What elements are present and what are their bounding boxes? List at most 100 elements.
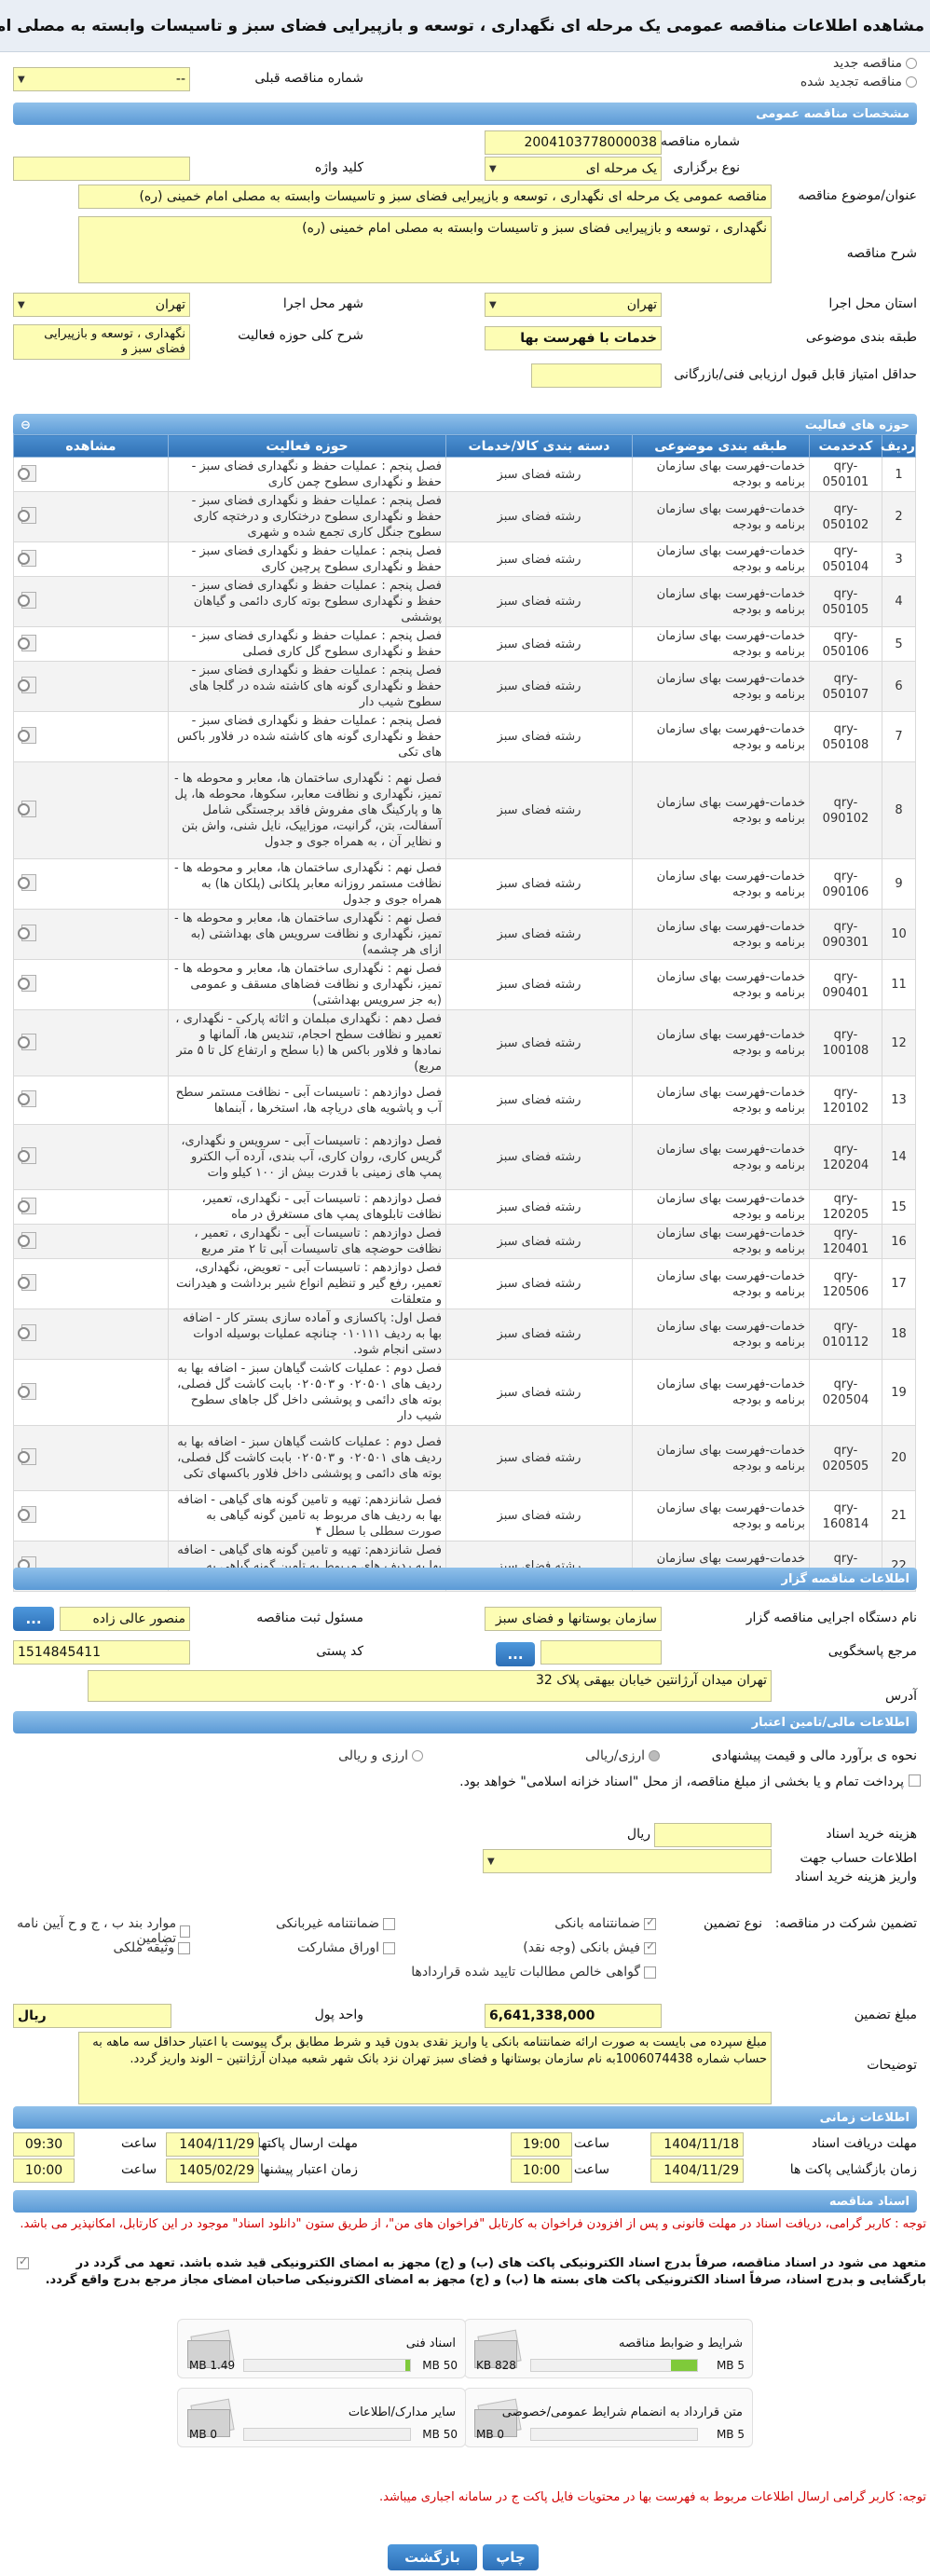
category-cell: خدمات-فهرست بهای سازمان برنامه و بودجه [632,858,810,910]
account-select[interactable]: ▼ [483,1849,772,1873]
row-number-cell: 5 [882,626,916,662]
back-button[interactable]: بازگشت [388,2544,477,2570]
activity-area-cell: فصل نهم : نگهداری ساختمان ها، معابر و مح… [168,909,446,960]
subject-field[interactable]: مناقصه عمومی یک مرحله ای نگهداری ، توسعه… [78,185,772,209]
send-time-field[interactable]: 09:30 [13,2132,75,2157]
commit-checkbox[interactable] [17,2254,29,2269]
view-document-icon[interactable] [18,974,38,992]
view-document-icon[interactable] [18,1505,38,1523]
treasury-checkbox[interactable] [909,1774,921,1787]
guarantee-checkbox[interactable] [644,1966,656,1979]
category-cell: خدمات-فهرست بهای سازمان برنامه و بودجه [632,1359,810,1426]
activity-area-cell: فصل پنجم : عملیات حفظ و نگهداری فضای سبز… [168,541,446,577]
valid-time-field[interactable]: 10:00 [13,2158,75,2183]
view-document-icon[interactable] [18,1231,38,1249]
recv-date-field[interactable]: 1404/11/18 [650,2132,744,2157]
view-document-icon[interactable] [18,873,38,891]
new-tender-radio[interactable]: مناقصه جدید [833,56,917,71]
upload-box[interactable]: اسناد فنی 50 MB 1.49 MB [177,2319,466,2378]
guarantee-checkbox[interactable] [644,1915,656,1930]
recv-time-field[interactable]: 19:00 [511,2132,572,2157]
view-document-icon[interactable] [18,1273,38,1291]
view-document-icon[interactable] [18,464,38,482]
collapse-icon[interactable]: ⊖ [21,418,31,432]
view-document-icon[interactable] [18,800,38,817]
upload-progress [243,2428,411,2441]
view-document-icon[interactable] [18,676,38,693]
scope-field[interactable]: نگهداری ، توسعه و بازپیرایی فضای سبز و [13,324,190,360]
upload-box[interactable]: سایر مدارک/اطلاعات 50 MB 0 MB [177,2388,466,2447]
guarantee-amount-field[interactable]: 6,641,338,000 [485,2004,662,2028]
address-label: آدرس [885,1689,917,1704]
guarantee-checkbox[interactable] [383,1941,395,1954]
view-document-icon[interactable] [18,1089,38,1107]
category-field[interactable]: خدمات با فهرست بها [485,326,662,350]
guarantee-option[interactable]: اوراق مشارکت [297,1940,395,1955]
estimate-option-1[interactable]: ارزی/ریالی [585,1748,660,1763]
send-date-field[interactable]: 1404/11/29 [166,2132,259,2157]
notes-field[interactable]: مبلغ سپرده می بایست به صورت ارائه ضمانتن… [78,2032,772,2104]
activity-area-cell: فصل دوم : عملیات کاشت گیاهان سبز - اضافه… [168,1425,446,1491]
province-select[interactable]: تهران ▼ [485,293,662,317]
doc-cost-field[interactable] [654,1823,772,1847]
guarantee-option[interactable]: ضمانتنامه غیربانکی [276,1916,395,1931]
guarantee-checkbox[interactable] [178,1941,190,1954]
view-document-icon[interactable] [18,1382,38,1400]
guarantee-checkbox[interactable] [383,1917,395,1930]
send-time-label: ساعت [121,2136,157,2151]
description-field[interactable]: نگهداری ، توسعه و بازپیرایی فضای سبز و ت… [78,216,772,283]
view-document-icon[interactable] [18,1447,38,1465]
row-number-cell: 10 [882,909,916,960]
reference-field[interactable] [540,1640,662,1665]
group-cell: رشته فضای سبز [445,909,633,960]
min-score-field[interactable] [531,363,662,388]
guarantee-option[interactable]: فیش بانکی (وجه نقد) [523,1939,656,1955]
view-document-icon[interactable] [18,1146,38,1164]
print-button[interactable]: چاپ [483,2544,539,2570]
renewed-tender-radio[interactable]: مناقصه تجدید شده [800,75,917,89]
upload-box[interactable]: متن قرارداد به انضمام شرایط عمومی/خصوصی 5… [464,2388,753,2447]
address-field[interactable]: تهران میدان آرژانتین خیابان بیهقی پلاک 3… [88,1670,772,1702]
estimate-option-2[interactable]: ارزی و ریالی [338,1748,423,1763]
org-field[interactable]: سازمان بوستانها و فضای سبز [485,1607,662,1631]
view-document-icon[interactable] [18,549,38,567]
open-time-field[interactable]: 10:00 [511,2158,572,2183]
upload-box[interactable]: شرایط و ضوابط مناقصه 5 MB 828 KB [464,2319,753,2378]
category-cell: خدمات-فهرست بهای سازمان برنامه و بودجه [632,457,810,492]
keyword-field[interactable] [13,157,190,181]
table-row: 21 qry-160814 خدمات-فهرست بهای سازمان برنا… [13,1490,916,1541]
city-select[interactable]: تهران ▼ [13,293,190,317]
view-document-icon[interactable] [18,1197,38,1214]
tender-number-field[interactable]: 2004103778000038 [485,130,662,155]
view-cell [13,541,169,577]
prev-tender-select[interactable]: -- ▼ [13,67,190,91]
view-document-icon[interactable] [18,1323,38,1341]
procurement-type-select[interactable]: یک مرحله ای ▼ [485,157,662,181]
guarantee-checkbox[interactable] [180,1925,190,1938]
view-document-icon[interactable] [18,506,38,524]
view-document-icon[interactable] [18,726,38,744]
view-document-icon[interactable] [18,1033,38,1050]
chevron-down-icon: ▼ [489,299,497,310]
valid-date-field[interactable]: 1405/02/29 [166,2158,259,2183]
group-cell: رشته فضای سبز [445,1425,633,1491]
view-document-icon[interactable] [18,591,38,609]
currency-field[interactable]: ریال [13,2004,171,2028]
upload-used: 0 MB [476,2428,505,2441]
view-document-icon[interactable] [18,924,38,941]
responsible-field[interactable]: منصور عالی زاده [60,1607,190,1631]
responsible-more-button[interactable]: ... [13,1607,54,1631]
reference-more-button[interactable]: ... [496,1642,535,1666]
view-cell [13,1309,169,1360]
guarantee-option[interactable]: وثیقه ملکی [114,1940,190,1955]
upload-max: 5 MB [716,2428,745,2441]
table-row: 12 qry-100108 خدمات-فهرست بهای سازمان برنا… [13,1009,916,1076]
view-document-icon[interactable] [18,634,38,651]
open-date-field[interactable]: 1404/11/29 [650,2158,744,2183]
table-row: 7 qry-050108 خدمات-فهرست بهای سازمان برنام… [13,711,916,762]
guarantee-option[interactable]: گواهی خالص مطالبات تایید شده قراردادها [411,1965,656,1980]
guarantee-checkbox[interactable] [644,1939,656,1954]
prev-tender-label: شماره مناقصه قبلی [254,71,363,86]
postal-field[interactable]: 1514845411 [13,1640,190,1665]
guarantee-option[interactable]: ضمانتنامه بانکی [554,1915,656,1931]
